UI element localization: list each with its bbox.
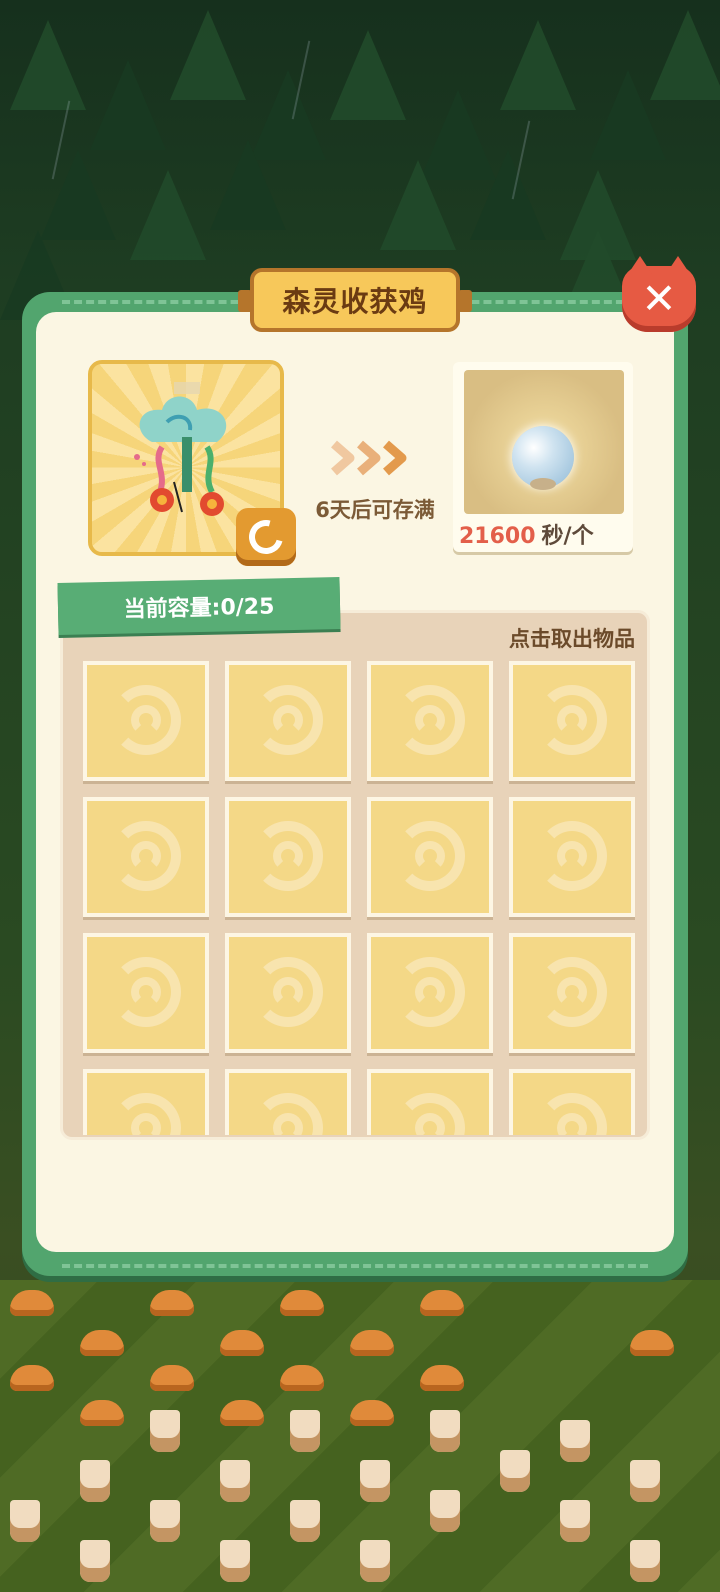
pine-tree — [130, 170, 206, 260]
pine-tree — [500, 20, 576, 110]
crop-boba-tea — [80, 1540, 110, 1582]
swirl-placeholder-icon — [537, 957, 607, 1027]
inventory-slot[interactable] — [225, 933, 351, 1053]
crop-mushroom — [280, 1290, 324, 1316]
crop-boba-tea — [430, 1410, 460, 1452]
crop-boba-tea — [150, 1410, 180, 1452]
crop-mushroom — [80, 1330, 124, 1356]
pine-tree — [10, 20, 86, 110]
pine-tree — [90, 60, 166, 150]
crop-boba-tea — [560, 1420, 590, 1462]
crop-boba-tea — [630, 1540, 660, 1582]
forest-spirit-chicken-icon — [134, 382, 227, 516]
crop-mushroom — [10, 1290, 54, 1316]
crop-mushroom — [420, 1365, 464, 1391]
inventory-slot[interactable] — [509, 797, 635, 917]
inventory-slot[interactable] — [83, 661, 209, 781]
crop-mushroom — [630, 1330, 674, 1356]
fill-time-text: 6天后可存满 — [315, 498, 435, 522]
spirit-orb-icon — [512, 426, 574, 490]
inventory-slot[interactable] — [509, 1069, 635, 1135]
crop-boba-tea — [150, 1500, 180, 1542]
product-preview — [464, 370, 624, 514]
inventory-slot[interactable] — [225, 1069, 351, 1135]
inventory-slot[interactable] — [509, 933, 635, 1053]
crop-boba-tea — [360, 1540, 390, 1582]
swirl-placeholder-icon — [253, 957, 323, 1027]
pine-tree — [470, 150, 546, 240]
take-out-hint: 点击取出物品 — [509, 627, 635, 651]
crop-boba-tea — [500, 1450, 530, 1492]
progress-arrows-icon — [331, 440, 407, 476]
pine-tree — [380, 160, 456, 250]
swirl-placeholder-icon — [111, 821, 181, 891]
inventory-slot[interactable] — [225, 797, 351, 917]
product-card: 21600 秒/个 — [453, 362, 633, 552]
crop-boba-tea — [360, 1460, 390, 1502]
crop-boba-tea — [220, 1540, 250, 1582]
crop-boba-tea — [220, 1460, 250, 1502]
production-rate: 21600 秒/个 — [459, 518, 594, 550]
inventory-slot[interactable] — [83, 797, 209, 917]
capacity-label: 当前容量:0/25 — [57, 577, 341, 635]
crop-mushroom — [80, 1400, 124, 1426]
crop-mushroom — [10, 1365, 54, 1391]
inventory-slot[interactable] — [367, 797, 493, 917]
swirl-placeholder-icon — [111, 1093, 181, 1135]
swirl-placeholder-icon — [395, 821, 465, 891]
rate-value: 21600 — [459, 524, 536, 549]
swap-producer-button[interactable] — [236, 508, 296, 566]
swirl-placeholder-icon — [111, 685, 181, 755]
pine-tree — [330, 30, 406, 120]
crop-mushroom — [280, 1365, 324, 1391]
swirl-placeholder-icon — [537, 685, 607, 755]
rate-unit: 秒/个 — [541, 524, 594, 549]
inventory-slot[interactable] — [509, 661, 635, 781]
crop-mushroom — [220, 1330, 264, 1356]
swirl-placeholder-icon — [253, 685, 323, 755]
close-icon: ✕ — [641, 274, 677, 323]
crop-boba-tea — [290, 1410, 320, 1452]
swirl-placeholder-icon — [537, 1093, 607, 1135]
pine-tree — [650, 10, 720, 100]
swirl-placeholder-icon — [253, 1093, 323, 1135]
crop-mushroom — [350, 1400, 394, 1426]
inventory-grid — [79, 657, 635, 1135]
crop-mushroom — [420, 1290, 464, 1316]
crop-mushroom — [220, 1400, 264, 1426]
crop-boba-tea — [80, 1460, 110, 1502]
crop-boba-tea — [430, 1490, 460, 1532]
crop-mushroom — [150, 1290, 194, 1316]
crop-boba-tea — [560, 1500, 590, 1542]
crop-boba-tea — [290, 1500, 320, 1542]
swirl-placeholder-icon — [253, 821, 323, 891]
panel-dash-border — [62, 1264, 648, 1268]
inventory-slot[interactable] — [83, 1069, 209, 1135]
pine-tree — [170, 10, 246, 100]
pine-tree — [210, 140, 286, 230]
inventory-slot[interactable] — [367, 1069, 493, 1135]
swirl-placeholder-icon — [537, 821, 607, 891]
swap-icon — [242, 513, 290, 561]
inventory-slot[interactable] — [367, 661, 493, 781]
inventory-slot[interactable] — [367, 933, 493, 1053]
crop-mushroom — [150, 1365, 194, 1391]
swirl-placeholder-icon — [395, 957, 465, 1027]
close-button[interactable]: ✕ — [622, 256, 696, 332]
crop-mushroom — [350, 1330, 394, 1356]
dialog-title: 森灵收获鸡 — [238, 268, 472, 332]
inventory-slot[interactable] — [83, 933, 209, 1053]
swirl-placeholder-icon — [395, 685, 465, 755]
inventory-slot[interactable] — [225, 661, 351, 781]
swirl-placeholder-icon — [111, 957, 181, 1027]
inventory-panel: 点击取出物品 — [60, 610, 650, 1140]
swirl-placeholder-icon — [395, 1093, 465, 1135]
pine-tree — [40, 150, 116, 240]
crop-boba-tea — [10, 1500, 40, 1542]
crop-boba-tea — [630, 1460, 660, 1502]
